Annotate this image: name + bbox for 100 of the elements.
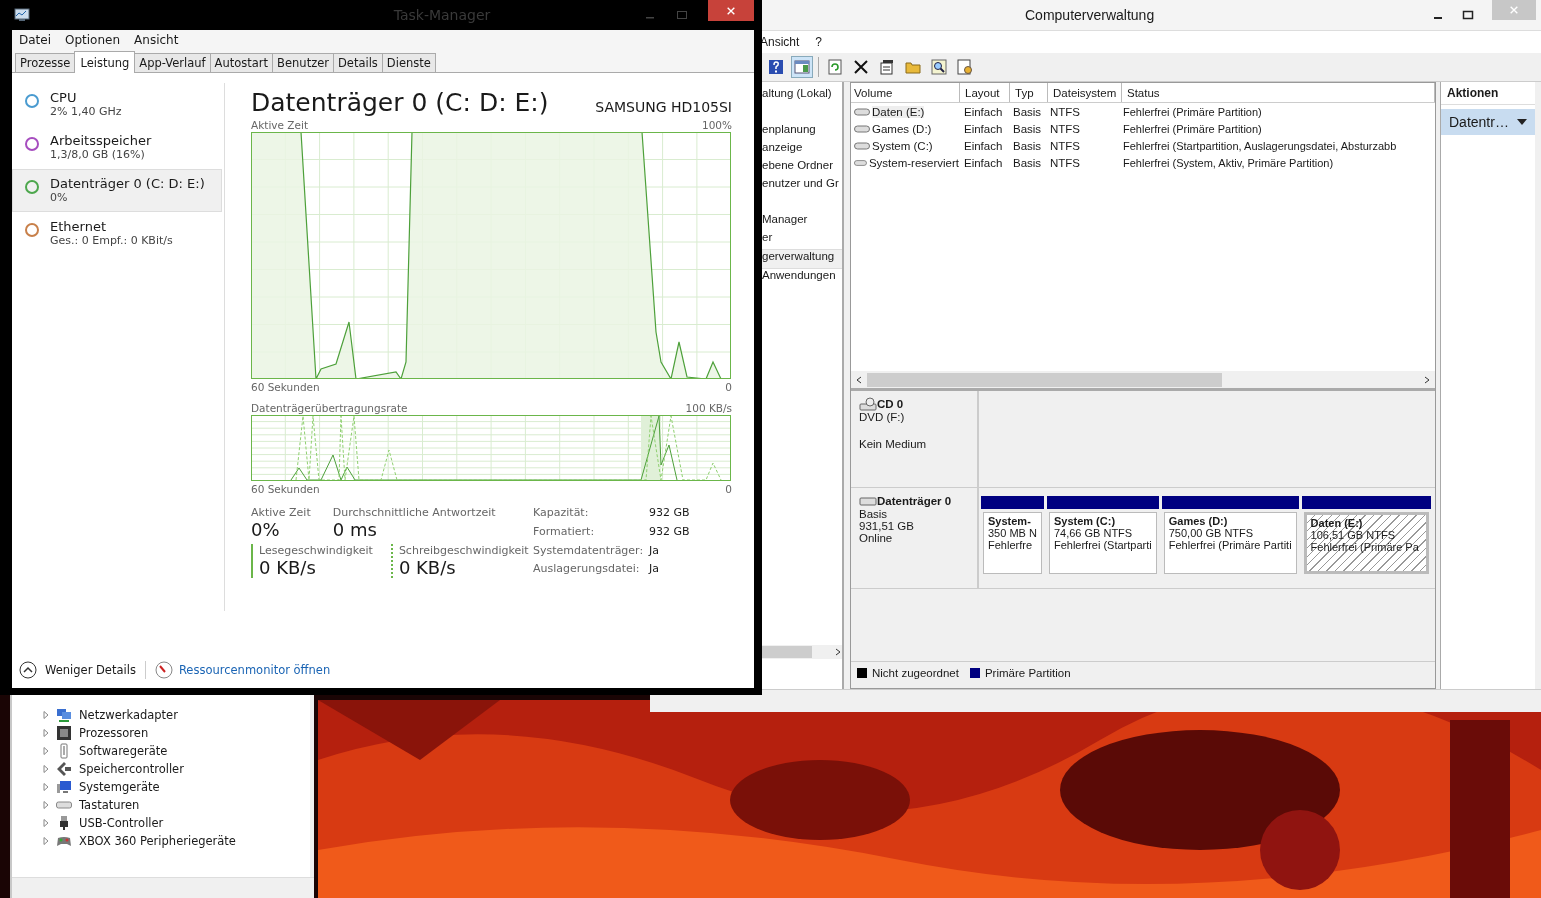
device-category[interactable]: Speichercontroller [79,762,184,776]
disk-model: SAMSUNG HD105SI [595,99,732,115]
resource-monitor-link[interactable]: Ressourcenmonitor öffnen [178,663,331,677]
volume-name[interactable]: Daten (E:) [872,105,925,118]
resource-detail: 0% [50,191,69,204]
task-manager-icon [14,7,30,23]
menu-item[interactable]: Ansicht [134,33,179,47]
table-cell-text: Basis [1012,122,1043,135]
legend-label: Primäre Partition [984,667,1071,679]
resource-item[interactable]: CPU 2% 1,40 GHz [12,83,222,126]
property-value: Ja [649,562,660,578]
resource-name: Arbeitsspeicher [50,133,152,148]
close-icon [726,5,736,16]
menu-item[interactable]: Optionen [65,33,121,47]
tree-item[interactable]: gerverwaltung [762,249,842,269]
tree-item[interactable]: ebene Ordner [762,159,842,177]
fewer-details-button[interactable]: Weniger Details [19,661,136,679]
disk-info-panel[interactable]: CD 0 DVD (F:) Kein Medium [851,391,979,487]
actions-item[interactable]: Datentr… [1441,109,1535,135]
property-label: Kapazität: [533,506,590,521]
column-header[interactable]: Typ [1010,83,1048,102]
graph-max-label: 100 KB/s [685,401,732,414]
tree-item[interactable]: Manager [762,213,842,231]
expand-arrow-icon[interactable] [43,783,49,791]
partition-size: 106,51 GB NTFS [1310,529,1396,541]
property-label: Auslagerungsdatei: [533,562,641,578]
volume-name[interactable]: System-reserviert [868,156,959,169]
disk-name: Datenträger 0 [877,495,952,507]
expand-arrow-icon[interactable] [43,765,49,773]
tree-item[interactable]: enplanung [762,123,842,141]
table-cell-text: Basis [1012,156,1043,169]
expand-arrow-icon[interactable] [43,711,49,719]
property-value: 932 GB [649,524,690,540]
expand-arrow-icon[interactable] [43,819,49,827]
speed-stat: Schreibgeschwindigkeit 0 KB/s [390,544,529,578]
graph-label: Aktive Zeit [251,118,308,131]
resource-detail: Ges.: 0 Empf.: 0 KBit/s [50,234,173,247]
network-icon [56,707,72,723]
tab[interactable]: Dienste [381,53,436,72]
partition-block[interactable]: Games (D:) 750,00 GB NTFS Fehlerfrei (Primäre Partiti [1163,512,1297,574]
device-category[interactable]: Netzwerkadapter [79,708,178,722]
panel-view-icon[interactable] [792,57,812,77]
resource-item[interactable]: Ethernet Ges.: 0 Empf.: 0 KBit/s [12,212,222,255]
scroll-left-icon[interactable] [855,375,863,384]
window-title: Task-Manager [392,7,492,23]
search-icon[interactable] [929,57,949,77]
maximize-icon[interactable] [1462,9,1474,21]
tab[interactable]: Benutzer [272,53,334,72]
tree-item[interactable]: er [762,231,842,249]
tree-item[interactable]: Anwendungen [762,269,842,287]
device-category[interactable]: XBOX 360 Peripheriegeräte [79,834,236,848]
expand-arrow-icon[interactable] [43,837,49,845]
device-category[interactable]: Softwaregeräte [79,744,168,758]
expand-arrow-icon[interactable] [43,729,49,737]
tab[interactable]: Leistung [74,51,136,73]
partition-block[interactable]: System- 350 MB N Fehlerfre [983,512,1042,574]
tab[interactable]: Prozesse [15,53,76,72]
menu-item[interactable]: Datei [19,33,51,47]
storage-controller-icon [56,761,72,777]
close-icon [1509,5,1519,15]
menu-item[interactable]: ? [815,35,823,49]
volume-name[interactable]: System (C:) [872,139,933,152]
volume-name[interactable]: Games (D:) [872,122,932,135]
partition-name: Daten (E:) [1310,517,1364,529]
refresh-icon[interactable] [825,57,845,77]
partition-name: Games (D:) [1168,515,1229,527]
settings-icon[interactable] [955,57,975,77]
partition-block[interactable]: System (C:) 74,66 GB NTFS Fehlerfrei (Startparti [1048,512,1157,574]
resource-item[interactable]: Datenträger 0 (C: D: E:) 0% [12,169,222,212]
tab[interactable]: App-Verlauf [134,53,211,72]
tree-item[interactable]: altung (Lokal) [762,87,842,105]
horizontal-scrollbar[interactable] [851,371,1435,388]
table-cell-text: Einfach [963,156,1004,169]
tab[interactable]: Details [333,53,383,72]
disk-info-panel[interactable]: Datenträger 0 Basis 931,51 GB Online [851,488,979,588]
column-header[interactable]: Volume [851,83,960,102]
tree-item[interactable]: enutzer und Gr [762,177,842,195]
resource-item[interactable]: Arbeitsspeicher 1,3/8,0 GB (16%) [12,126,222,169]
device-category[interactable]: Systemgeräte [79,780,160,794]
cd-drive-icon [859,397,877,411]
device-category[interactable]: Prozessoren [79,726,149,740]
tree-item[interactable]: anzeige [762,141,842,159]
graph-min-label: 0 [725,380,732,393]
partition-block[interactable]: Daten (E:) 106,51 GB NTFS Fehlerfrei (Primäre Pa [1303,512,1429,574]
horizontal-scrollbar[interactable] [762,645,842,659]
drive-icon [854,124,870,133]
scroll-right-icon[interactable] [834,648,842,656]
column-header[interactable]: Layout [960,83,1010,102]
expand-arrow-icon[interactable] [43,747,49,755]
scroll-right-icon[interactable] [1423,375,1431,384]
graph-label: Datenträgerübertragungsrate [251,401,408,414]
graph-time-label: 60 Sekunden [251,380,320,393]
column-header[interactable]: Dateisystem [1048,83,1122,102]
tab[interactable]: Autostart [209,53,274,72]
device-category[interactable]: Tastaturen [79,798,140,812]
expand-arrow-icon[interactable] [43,801,49,809]
help-icon[interactable] [766,57,786,77]
close-button[interactable] [708,0,754,21]
column-header[interactable]: Status [1122,83,1435,102]
device-category[interactable]: USB-Controller [79,816,164,830]
